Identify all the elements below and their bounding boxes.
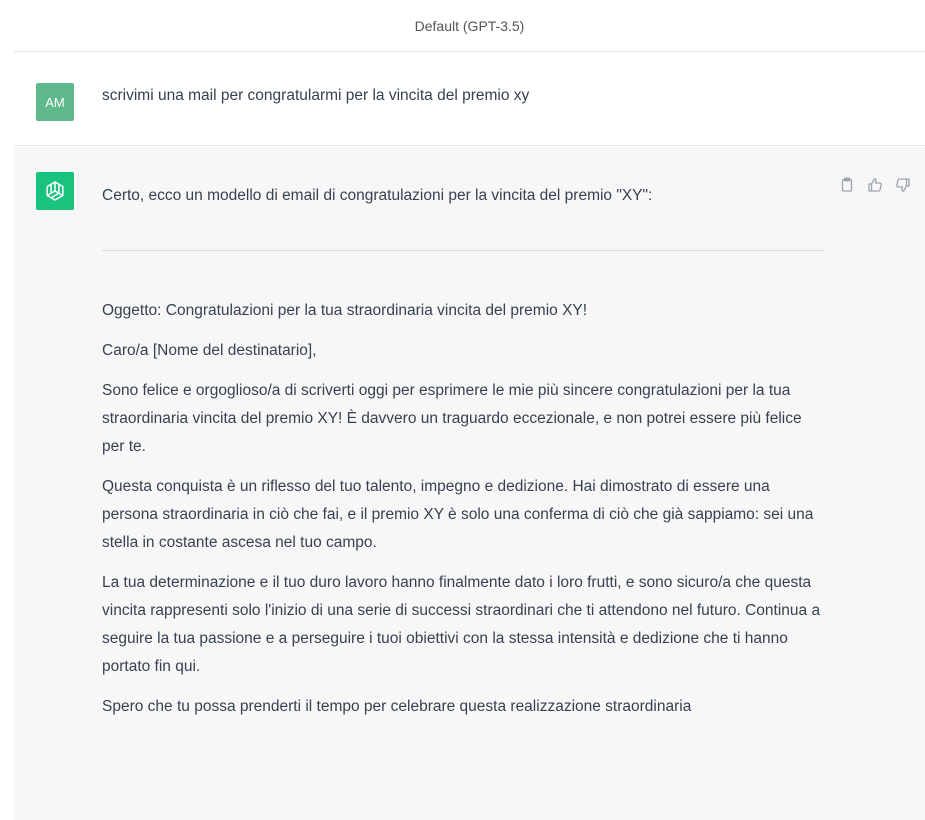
model-label: Default (GPT-3.5) bbox=[414, 17, 525, 34]
thumbs-up-icon bbox=[868, 178, 882, 192]
clipboard-icon bbox=[841, 177, 853, 192]
openai-logo-icon bbox=[36, 172, 74, 210]
email-paragraph: Sono felice e orgoglioso/a di scriverti … bbox=[102, 382, 802, 455]
assistant-intro: Certo, ecco un modello di email di congr… bbox=[102, 187, 653, 204]
message-divider bbox=[102, 250, 824, 251]
email-paragraph: Spero che tu possa prenderti il tempo pe… bbox=[102, 698, 692, 715]
email-greeting: Caro/a [Nome del destinatario], bbox=[102, 342, 317, 359]
assistant-message-content: Certo, ecco un modello di email di congr… bbox=[102, 182, 824, 733]
assistant-message-row: Certo, ecco un modello di email di congr… bbox=[14, 147, 925, 820]
model-header: Default (GPT-3.5) bbox=[14, 0, 925, 52]
thumbs-up-button[interactable] bbox=[865, 175, 885, 195]
thumbs-down-icon bbox=[896, 178, 910, 192]
user-initials: AM bbox=[45, 94, 65, 110]
message-actions bbox=[837, 175, 913, 195]
user-avatar: AM bbox=[36, 83, 74, 121]
email-paragraph: Questa conquista è un riflesso del tuo t… bbox=[102, 478, 814, 551]
user-message-text: scrivimi una mail per congratularmi per … bbox=[102, 87, 530, 104]
email-subject: Oggetto: Congratulazioni per la tua stra… bbox=[102, 302, 588, 319]
user-message-row: AM scrivimi una mail per congratularmi p… bbox=[14, 53, 925, 146]
thumbs-down-button[interactable] bbox=[893, 175, 913, 195]
copy-button[interactable] bbox=[837, 175, 857, 195]
email-paragraph: La tua determinazione e il tuo duro lavo… bbox=[102, 574, 821, 675]
